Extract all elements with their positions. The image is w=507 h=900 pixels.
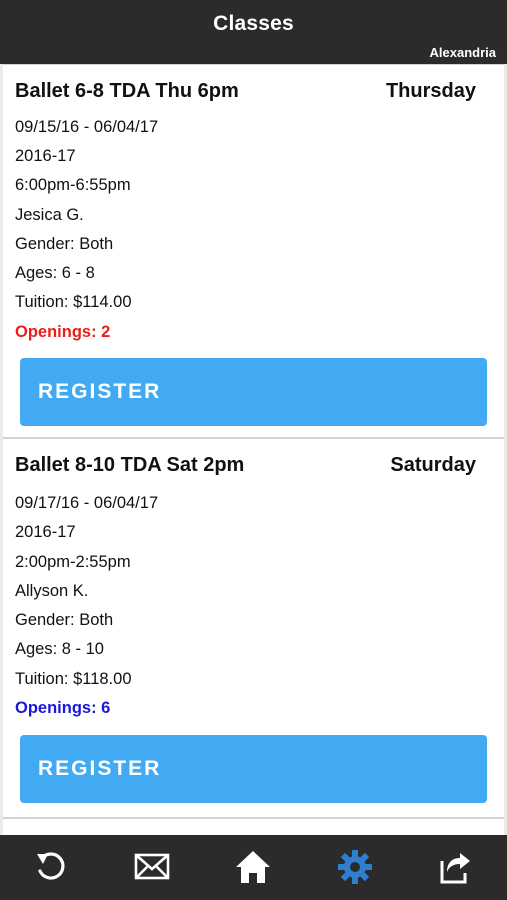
class-time: 6:00pm-6:55pm (15, 176, 131, 194)
class-instructor: Allyson K. (15, 582, 89, 600)
class-tuition: Tuition: $118.00 (15, 670, 132, 688)
class-tuition: Tuition: $114.00 (15, 293, 132, 311)
class-gender: Gender: Both (15, 235, 114, 253)
class-openings: Openings: 6 (15, 699, 111, 717)
share-icon (440, 853, 470, 884)
class-gender: Gender: Both (15, 611, 114, 629)
class-openings: Openings: 2 (15, 323, 111, 341)
share-button[interactable] (436, 847, 476, 887)
undo-button[interactable] (31, 847, 71, 887)
bottom-toolbar (0, 835, 507, 900)
class-name: Ballet 6-8 TDA Thu 6pm (15, 80, 239, 102)
undo-icon (37, 852, 65, 880)
gear-icon (338, 850, 372, 884)
class-dates: 09/15/16 - 06/04/17 (15, 118, 159, 136)
home-icon (236, 851, 270, 883)
class-season: 2016-17 (15, 147, 76, 165)
page-title: Classes (213, 12, 294, 35)
class-card (3, 818, 504, 835)
class-ages: Ages: 6 - 8 (15, 264, 95, 282)
location-label[interactable]: Alexandria (430, 45, 496, 60)
class-day: Saturday (390, 454, 476, 476)
class-instructor: Jesica G. (15, 206, 84, 224)
app-header: Classes Alexandria (0, 0, 507, 64)
class-ages: Ages: 8 - 10 (15, 640, 104, 658)
home-button[interactable] (233, 847, 273, 887)
class-time: 2:00pm-2:55pm (15, 553, 131, 571)
class-list[interactable]: Ballet 6-8 TDA Thu 6pm Thursday 09/15/16… (0, 64, 507, 835)
class-card: Ballet 6-8 TDA Thu 6pm Thursday 09/15/16… (3, 64, 504, 438)
class-day: Thursday (385, 80, 476, 102)
class-name: Ballet 8-10 TDA Sat 2pm (15, 454, 245, 476)
class-season: 2016-17 (15, 523, 76, 541)
register-button[interactable]: REGISTER (20, 358, 487, 426)
mail-icon (134, 853, 170, 880)
class-card: Ballet 8-10 TDA Sat 2pm Saturday 09/17/1… (3, 438, 504, 818)
mail-button[interactable] (132, 847, 172, 887)
class-dates: 09/17/16 - 06/04/17 (15, 494, 159, 512)
register-button[interactable]: REGISTER (20, 735, 487, 803)
settings-button[interactable] (335, 847, 375, 887)
